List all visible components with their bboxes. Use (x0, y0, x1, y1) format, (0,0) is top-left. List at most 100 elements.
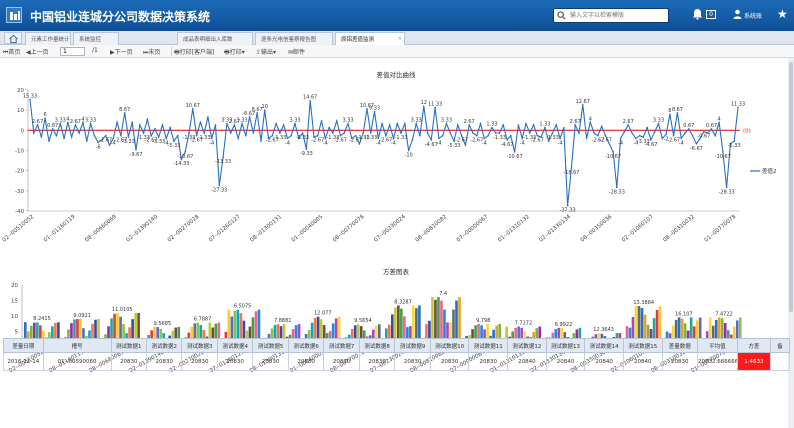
y-tick-label: 15 (11, 299, 18, 305)
close-icon[interactable]: ✕ (398, 36, 402, 42)
scrollbar-thumb[interactable] (789, 62, 793, 312)
y-tick-label: 10 (17, 108, 24, 114)
column-header[interactable]: 方差 (736, 338, 772, 353)
favorite-star-icon[interactable]: ★ (777, 7, 788, 21)
tab-label: 原铝差值监测 (341, 37, 375, 43)
first-page-button[interactable]: ⏮首页 (3, 47, 20, 57)
data-point (362, 132, 364, 134)
bar-value-label: 9.5654 (354, 318, 372, 324)
data-label: -2.67 (531, 138, 544, 144)
table-row[interactable]: 2016-11-14 01--00590060 20830 20830 20830 208… (3, 352, 790, 371)
last-page-button[interactable]: ⏭末页 (143, 47, 160, 57)
column-header[interactable]: 差量日期 (3, 338, 44, 353)
column-header[interactable]: 测试数据4 (216, 338, 254, 353)
home-tab[interactable] (4, 32, 22, 44)
bell-icon[interactable] (692, 8, 703, 20)
table-cell: 2016-11-14 (3, 352, 44, 371)
data-point (286, 137, 289, 140)
data-label: 4 (589, 116, 592, 122)
tab-aluminum-diff[interactable]: 原铝差值监测 ✕ (335, 32, 405, 45)
data-label: -14.33 (173, 161, 189, 167)
data-point (218, 184, 221, 187)
data-point (593, 132, 595, 134)
data-label: -1.33 (395, 135, 408, 141)
data-point (498, 132, 501, 134)
print-button[interactable]: 🖶打印▾ (224, 47, 245, 58)
column-header[interactable]: 测试数据15 (622, 338, 663, 353)
x-tick-label: 08--00810082 (415, 214, 449, 244)
user-icon[interactable] (733, 9, 742, 19)
column-header[interactable]: 测试数据7 (323, 338, 360, 353)
notification-count-badge[interactable]: 0 (706, 10, 716, 19)
column-header[interactable]: 测试数据11 (468, 338, 509, 353)
bar-value-label: 12.3643 (593, 327, 614, 333)
export-button[interactable]: ⇪输出▾ (256, 47, 276, 56)
data-point (120, 134, 122, 137)
line-chart-title: 差值对比曲线 (377, 70, 417, 79)
data-point (619, 137, 622, 140)
x-tick-label: 01--01310132 (497, 214, 531, 244)
data-label: -2.67 (599, 138, 612, 144)
tab-workload[interactable]: 元素工作量统计 (25, 32, 71, 45)
column-header[interactable]: 测试数据14 (584, 338, 624, 353)
column-header[interactable]: 测试数据8 (358, 338, 396, 353)
data-point (320, 120, 323, 122)
data-label: 8.67 (119, 107, 130, 113)
data-point (528, 132, 531, 134)
bar-value-label: 8.3287 (394, 299, 412, 305)
column-header[interactable]: 测试数据6 (287, 338, 325, 353)
data-label: 9.33 (369, 106, 380, 112)
page-number-input[interactable] (60, 47, 85, 56)
column-header[interactable]: 测试数据1 (110, 338, 147, 353)
column-header[interactable]: 测试数据9 (394, 338, 431, 353)
column-header[interactable]: 测试数据5 (252, 338, 289, 353)
column-header[interactable]: 测试数据10 (429, 338, 470, 353)
tab-system-monitor[interactable]: 系统监控 (73, 32, 119, 45)
data-label: -10.67 (177, 154, 193, 160)
data-label: -18.67 (563, 170, 579, 176)
column-header[interactable]: 测试数据3 (181, 338, 218, 353)
data-point (460, 134, 463, 137)
column-header[interactable]: 槽号 (42, 338, 112, 353)
prev-page-button[interactable]: ◀上一页 (26, 47, 49, 56)
data-point (339, 134, 342, 137)
print-client-button[interactable]: 🖶打印[客户端] (174, 47, 214, 58)
mail-button[interactable]: ✉邮件 (288, 47, 305, 56)
search-input[interactable] (570, 10, 666, 21)
print-label: 打印 (229, 49, 242, 56)
column-header[interactable]: 测试数据13 (545, 338, 586, 353)
table-cell: 20840 (545, 352, 586, 371)
data-point (245, 134, 247, 137)
x-tick-label: 08--00770078 (332, 214, 366, 244)
next-page-button[interactable]: ▶下一页 (110, 47, 133, 56)
table-cell (770, 352, 790, 371)
column-header[interactable]: 平均值 (697, 338, 738, 353)
data-label: -6 (96, 144, 101, 150)
data-label: 3.33 (342, 118, 353, 124)
y-tick-label: 0 (21, 128, 25, 134)
print-client-label: 打印[客户端] (179, 49, 215, 56)
data-point (407, 149, 410, 152)
tab-inventory[interactable]: 成品表明细出入库数 (177, 32, 253, 45)
column-header[interactable]: 测试数据12 (507, 338, 547, 353)
data-label: 12 (421, 100, 427, 106)
x-tick-label: 07--01260127 (208, 214, 242, 244)
column-header[interactable]: 备 (770, 338, 790, 353)
data-point (570, 167, 573, 169)
user-name[interactable]: 系统账 (744, 11, 762, 20)
column-header[interactable]: 测试数据2 (145, 338, 183, 353)
column-header[interactable]: 差量数据 (661, 338, 699, 353)
table-cell: 20832.66666666667 (697, 352, 738, 371)
y-tick-label: -20 (15, 169, 24, 175)
data-point (150, 134, 152, 137)
data-point (612, 151, 614, 153)
data-point (540, 136, 542, 138)
search-box[interactable] (553, 8, 669, 23)
data-point (32, 132, 35, 134)
tab-inspection-report[interactable]: 逐条光电信鉴察报告图 (255, 32, 333, 45)
data-point (479, 122, 482, 125)
table-cell: 20830 (287, 352, 325, 371)
data-label: 0.67 (47, 123, 58, 129)
data-table: 差量日期 槽号 测试数据1 测试数据2 测试数据3 测试数据4 测试数据5 测试数据6 测试数据… (3, 338, 790, 371)
data-point (559, 137, 561, 140)
